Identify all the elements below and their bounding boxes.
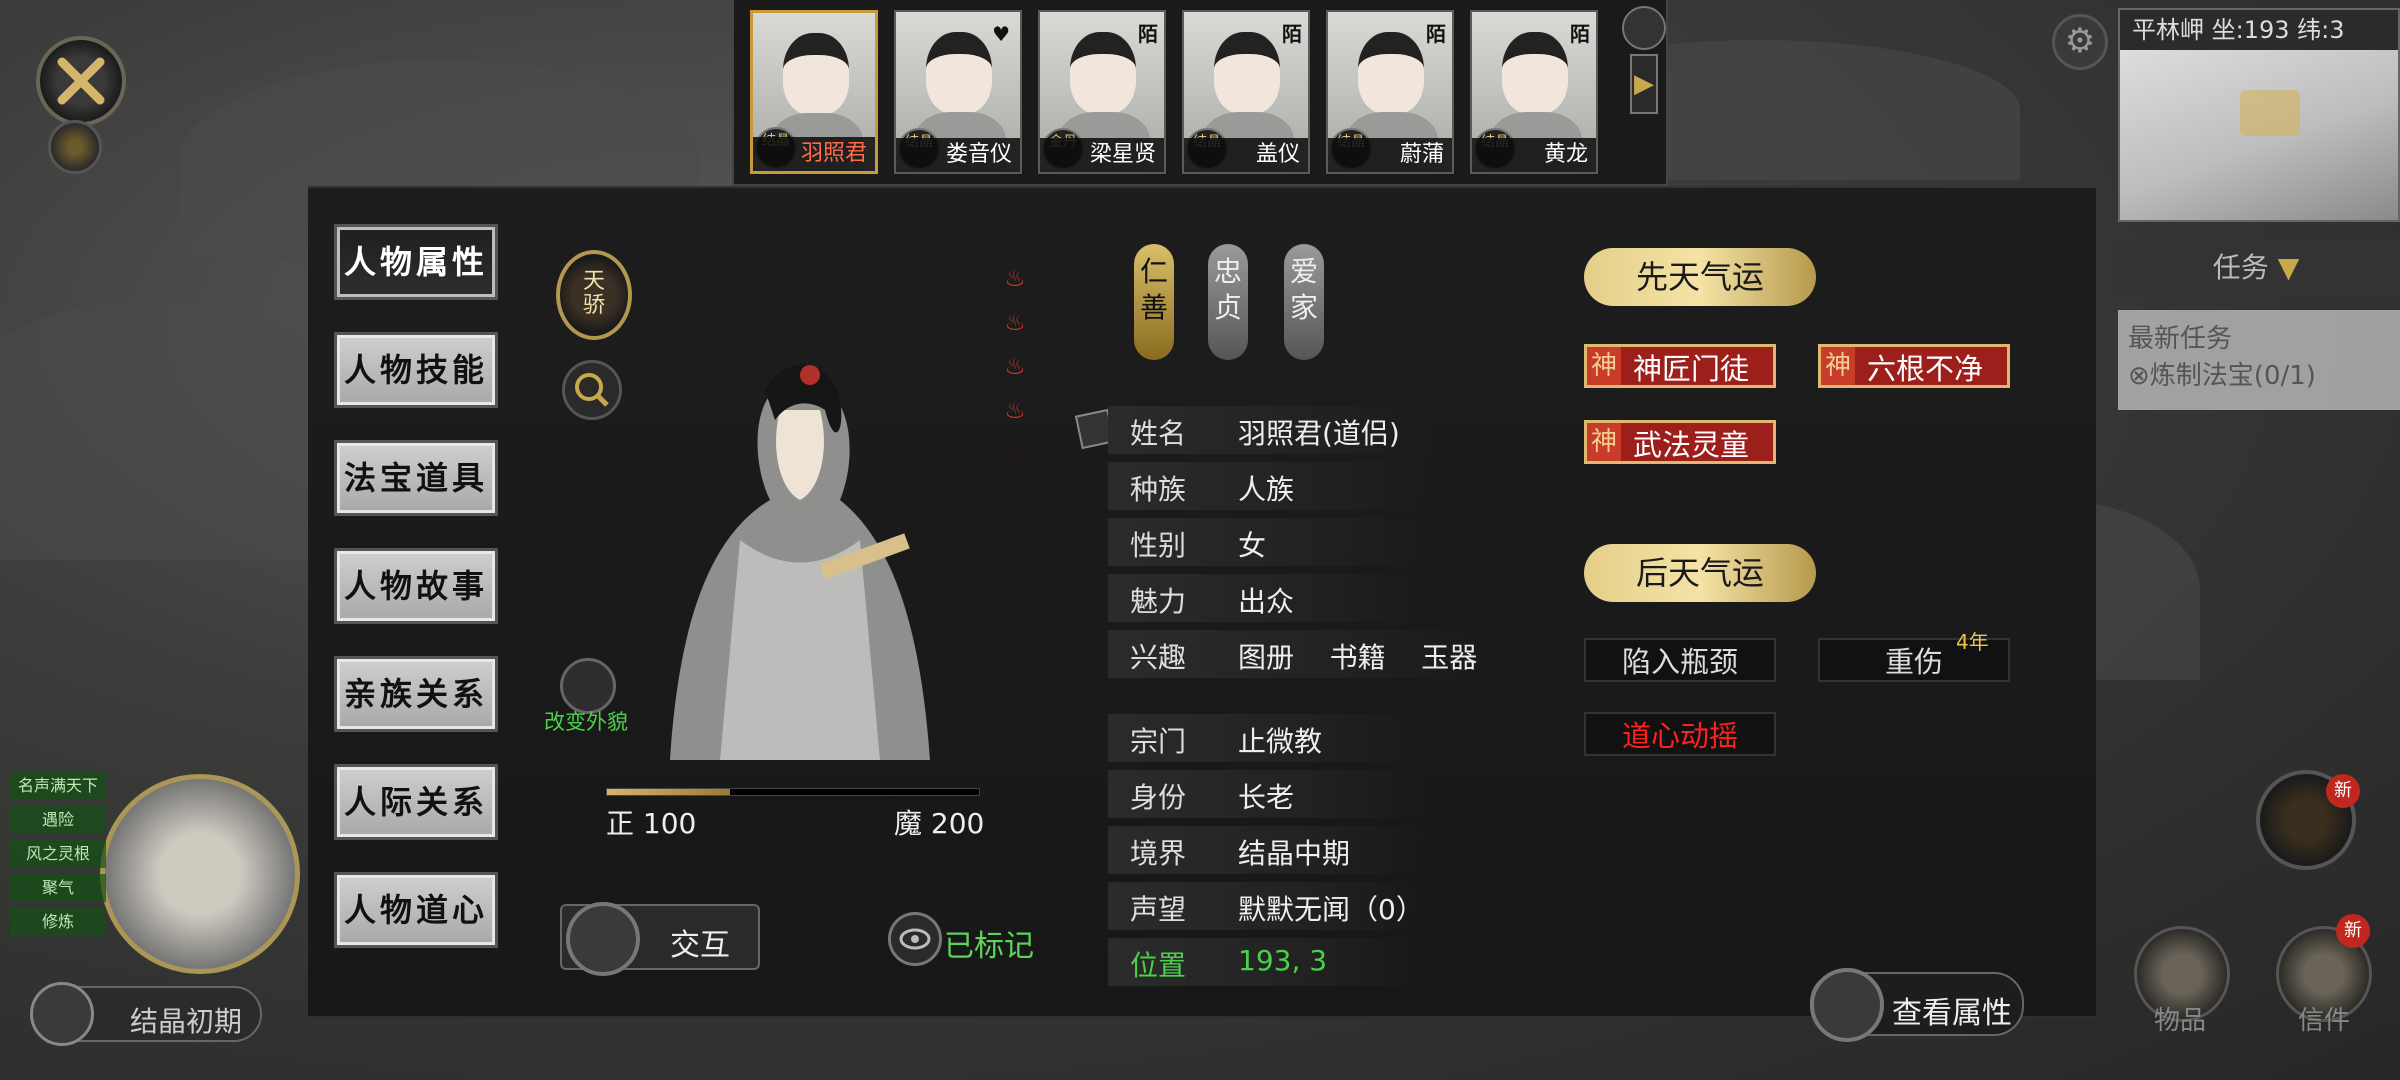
minimap[interactable]: 平林岬 坐:193 纬:3 xyxy=(2118,8,2400,222)
letters-label: 信件 xyxy=(2298,1006,2351,1036)
portrait-name: 娄音仪 xyxy=(896,138,1020,172)
portrait-name: 蔚蒲 xyxy=(1328,138,1452,172)
figure-icon xyxy=(1810,968,1884,1042)
virtue-tag: 忠贞 xyxy=(1208,244,1248,360)
interact-button[interactable]: 交互 xyxy=(560,902,760,976)
virtue-tag: 爱家 xyxy=(1284,244,1324,360)
portrait-image xyxy=(1214,32,1280,114)
chevron-down-icon: ▼ xyxy=(2277,251,2300,284)
tab-treasures-items[interactable]: 法宝道具 xyxy=(334,440,498,516)
tab-family-relations[interactable]: 亲族关系 xyxy=(334,656,498,732)
status-effect-tag: 聚气 xyxy=(10,874,106,902)
attr-name: 姓名 羽照君(道侣) xyxy=(1108,406,1428,454)
eye-icon xyxy=(888,912,942,966)
attr-reputation: 声望 默默无闻（0） xyxy=(1108,882,1428,930)
search-icon[interactable] xyxy=(562,360,622,420)
attr-interests: 兴趣 图册 书籍 玉器 xyxy=(1108,630,1488,678)
portrait-image xyxy=(1070,32,1136,114)
player-avatar[interactable] xyxy=(100,774,300,974)
righteous-value: 正 100 xyxy=(606,807,697,840)
fortune-tag[interactable]: 神神匠门徒 xyxy=(1584,344,1776,388)
attr-location[interactable]: 位置 193, 3 xyxy=(1108,938,1428,986)
compass-icon[interactable] xyxy=(48,120,102,174)
stranger-tag: 陌 xyxy=(1570,22,1590,46)
duration-label: 4年 xyxy=(1956,630,1989,654)
tab-social-relations[interactable]: 人际关系 xyxy=(334,764,498,840)
view-attributes-button[interactable]: 查看属性 xyxy=(1810,968,2024,1042)
portrait-card[interactable]: 陌 结晶 盖仪 xyxy=(1182,10,1310,174)
portrait-image xyxy=(1358,32,1424,114)
portrait-card[interactable]: 结晶 羽照君 xyxy=(750,10,878,174)
flame-icon: ♨ xyxy=(1004,352,1026,380)
flame-icon: ♨ xyxy=(1004,264,1026,292)
tab-character-attributes[interactable]: 人物属性 xyxy=(334,224,498,300)
portrait-card[interactable]: 陌 结晶 蔚蒲 xyxy=(1326,10,1454,174)
portrait-name: 羽照君 xyxy=(753,137,875,171)
close-button[interactable] xyxy=(36,36,126,126)
attr-realm: 境界 结晶中期 xyxy=(1108,826,1428,874)
portrait-image xyxy=(1502,32,1568,114)
alignment-bar xyxy=(606,788,980,796)
minimap-header: 平林岬 坐:193 纬:3 xyxy=(2120,10,2398,50)
portrait-name: 梁星贤 xyxy=(1040,138,1164,172)
portrait-name: 黄龙 xyxy=(1472,138,1596,172)
attr-charm: 魅力 出众 xyxy=(1108,574,1428,622)
status-effect-tag: 风之灵根 xyxy=(10,840,106,868)
new-badge: 新 xyxy=(2326,774,2360,808)
demonic-value: 魔 200 xyxy=(894,807,985,840)
quest-title: 最新任务 xyxy=(2128,324,2233,354)
stranger-tag: 陌 xyxy=(1282,22,1302,46)
tab-character-skills[interactable]: 人物技能 xyxy=(334,332,498,408)
portrait-card[interactable]: ♥ 结晶 娄音仪 xyxy=(894,10,1022,174)
character-portrait xyxy=(670,364,930,760)
new-badge: 新 xyxy=(2336,914,2370,948)
flame-icon: ♨ xyxy=(1004,308,1026,336)
hand-icon xyxy=(566,902,640,976)
flame-icon-empty: ♨ xyxy=(1004,440,1026,468)
items-label: 物品 xyxy=(2154,1006,2207,1036)
portrait-image xyxy=(926,32,992,114)
virtue-tag: 仁善 xyxy=(1134,244,1174,360)
status-tag[interactable]: 道心动摇 xyxy=(1584,712,1776,756)
portrait-card[interactable]: 陌 金丹 梁星贤 xyxy=(1038,10,1166,174)
change-appearance-label[interactable]: 改变外貌 xyxy=(544,706,628,736)
marked-button[interactable]: 已标记 xyxy=(888,912,1034,966)
flame-icon: ♨ xyxy=(1004,396,1026,424)
portrait-image xyxy=(783,33,849,115)
attr-gender: 性别女 xyxy=(1108,518,1428,566)
quest-item: ⊗炼制法宝(0/1) xyxy=(2128,361,2316,391)
attr-race: 种族 人族 xyxy=(1108,462,1428,510)
quest-tab[interactable]: 任务 ▼ xyxy=(2112,240,2400,296)
portrait-name: 盖仪 xyxy=(1184,138,1308,172)
stranger-tag: 陌 xyxy=(1138,22,1158,46)
player-realm-pill[interactable]: 结晶初期 xyxy=(30,982,262,1046)
talent-badge[interactable]: 天骄 xyxy=(556,250,632,340)
attr-identity: 身份 长老 xyxy=(1108,770,1428,818)
next-portraits-button[interactable]: ▶ xyxy=(1630,54,1658,114)
heart-icon: ♥ xyxy=(992,22,1010,46)
status-tag[interactable]: 陷入瓶颈 xyxy=(1584,638,1776,682)
gear-icon[interactable]: ⚙ xyxy=(2052,14,2108,70)
fortune-tag[interactable]: 神六根不净 xyxy=(1818,344,2010,388)
game-screen: 结晶 羽照君 ♥ 结晶 娄音仪 陌 金丹 梁星贤 陌 结晶 盖仪 陌 结晶 蔚蒲 xyxy=(0,0,2400,1080)
innate-fortune-title: 先天气运 xyxy=(1584,248,1816,306)
status-effect-tag: 遇险 xyxy=(10,806,106,834)
alignment-fill xyxy=(607,789,730,795)
tab-dao-heart[interactable]: 人物道心 xyxy=(334,872,498,948)
acquired-fortune-title: 后天气运 xyxy=(1584,544,1816,602)
fortune-tag[interactable]: 神武法灵童 xyxy=(1584,420,1776,464)
status-effect-tag: 名声满天下 xyxy=(10,772,106,800)
tab-character-story[interactable]: 人物故事 xyxy=(334,548,498,624)
realm-icon xyxy=(30,982,94,1046)
attr-sect: 宗门 止微教 xyxy=(1108,714,1428,762)
group-icon[interactable] xyxy=(1622,6,1666,50)
stranger-tag: 陌 xyxy=(1426,22,1446,46)
quest-panel[interactable]: 最新任务 ⊗炼制法宝(0/1) xyxy=(2118,310,2400,410)
portrait-card[interactable]: 陌 结晶 黄龙 xyxy=(1470,10,1598,174)
status-effect-tag: 修炼 xyxy=(10,908,106,936)
portrait-bar: 结晶 羽照君 ♥ 结晶 娄音仪 陌 金丹 梁星贤 陌 结晶 盖仪 陌 结晶 蔚蒲 xyxy=(732,0,1668,186)
close-icon xyxy=(57,57,105,105)
